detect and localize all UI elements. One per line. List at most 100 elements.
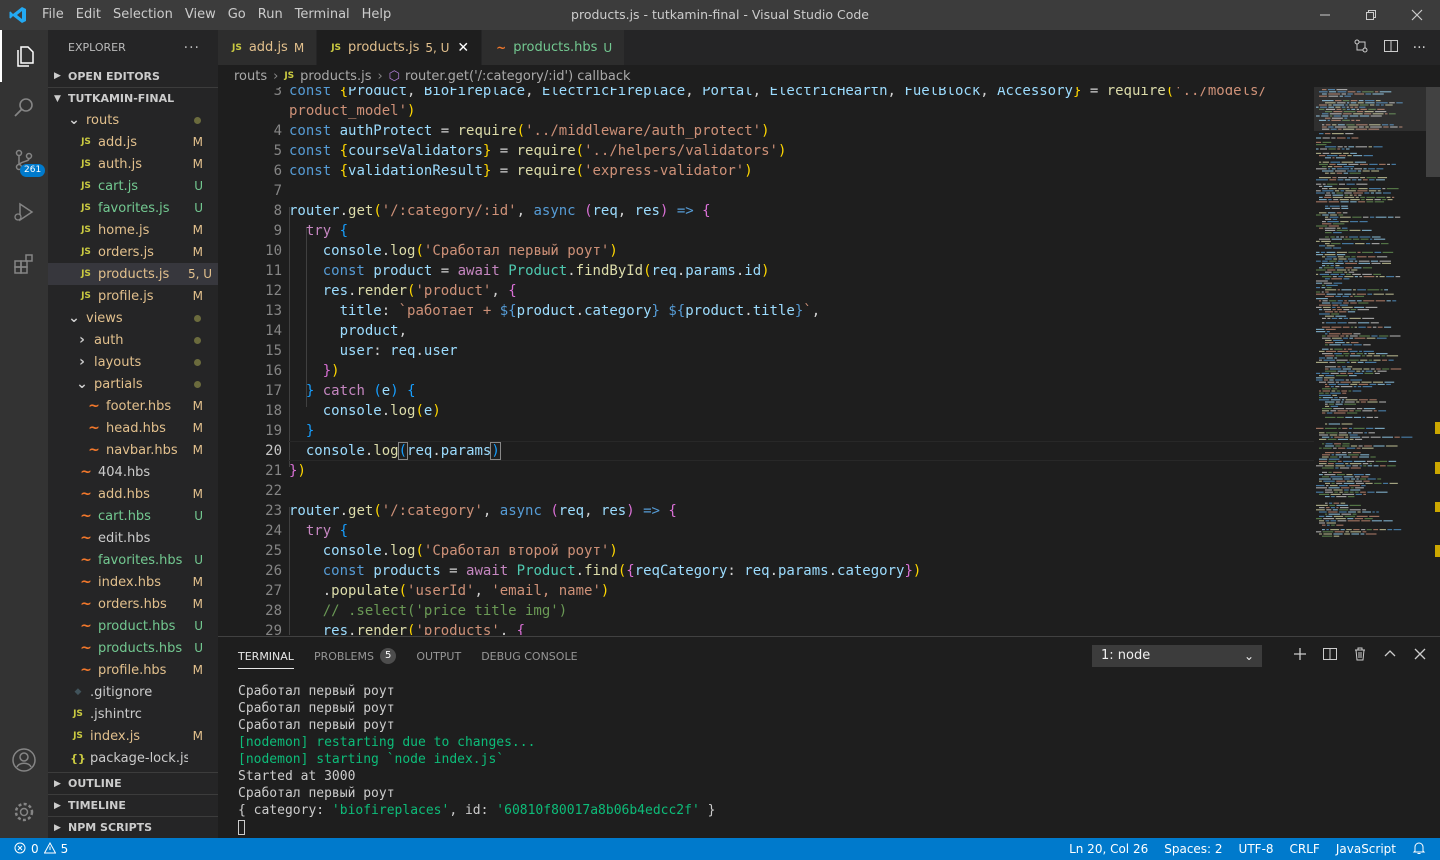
new-terminal-icon[interactable] — [1292, 646, 1308, 666]
run-debug-icon[interactable] — [0, 186, 48, 238]
tree-file[interactable]: JS index.js M — [48, 725, 218, 747]
line-number: 19 — [265, 423, 282, 439]
terminal-output[interactable]: Сработал первый роут Сработал первый роут… — [238, 683, 715, 836]
tree-folder[interactable]: › auth — [48, 329, 218, 351]
terminal-line: { category: 'biofireplaces', id: '60810f… — [238, 802, 715, 819]
panel-tab-terminal[interactable]: TERMINAL — [238, 637, 294, 675]
npm-scripts-section[interactable]: ▶ NPM SCRIPTS — [48, 816, 218, 838]
encoding[interactable]: UTF-8 — [1239, 842, 1274, 856]
breadcrumb-folder[interactable]: routs — [234, 69, 267, 84]
tree-file[interactable]: ~ edit.hbs — [48, 527, 218, 549]
tree-file[interactable]: JS profile.js M — [48, 285, 218, 307]
tree-file[interactable]: JS favorites.js U — [48, 197, 218, 219]
notifications-bell-icon[interactable] — [1412, 841, 1426, 858]
tree-file[interactable]: ~ head.hbs M — [48, 417, 218, 439]
tree-file[interactable]: JS auth.js M — [48, 153, 218, 175]
tree-file[interactable]: ~ index.hbs M — [48, 571, 218, 593]
search-icon[interactable] — [0, 82, 48, 134]
tree-file[interactable]: ~ favorites.hbs U — [48, 549, 218, 571]
tree-file[interactable]: JS .jshintrc — [48, 703, 218, 725]
js-file-icon: JS — [81, 181, 91, 191]
line-number: 25 — [265, 543, 282, 559]
tree-folder[interactable]: › layouts — [48, 351, 218, 373]
code-line: router.get('/:category/:id', async (req,… — [289, 203, 711, 219]
line-ending[interactable]: CRLF — [1290, 842, 1320, 856]
menu-edit[interactable]: Edit — [70, 0, 107, 30]
tree-file[interactable]: JS orders.js M — [48, 241, 218, 263]
split-editor-icon[interactable] — [1383, 38, 1399, 58]
menu-file[interactable]: File — [36, 0, 70, 30]
tree-folder[interactable]: ⌄ routs — [48, 109, 218, 131]
menu-run[interactable]: Run — [252, 0, 289, 30]
outline-label: OUTLINE — [68, 777, 122, 790]
project-section[interactable]: ▼ TUTKAMIN-FINAL — [48, 87, 218, 109]
close-tab-icon[interactable]: ✕ — [457, 40, 469, 56]
menu-view[interactable]: View — [179, 0, 222, 30]
menu-selection[interactable]: Selection — [107, 0, 179, 30]
tree-file[interactable]: ~ product.hbs U — [48, 615, 218, 637]
close-window-icon[interactable] — [1394, 0, 1440, 30]
git-status: U — [194, 641, 203, 655]
editor-tab[interactable]: JS add.js M — [218, 30, 318, 65]
editor-tab[interactable]: JS products.js 5, U ✕ — [317, 30, 483, 65]
line-number: 22 — [265, 483, 282, 499]
chevron-up-icon[interactable] — [1382, 646, 1398, 666]
tree-folder[interactable]: ⌄ views — [48, 307, 218, 329]
tree-file[interactable]: ~404.hbs — [48, 461, 218, 483]
minimize-icon[interactable] — [1302, 0, 1348, 30]
tree-file[interactable]: ~ navbar.hbs M — [48, 439, 218, 461]
tree-file[interactable]: JS cart.js U — [48, 175, 218, 197]
modified-dot-icon — [194, 337, 201, 344]
account-icon[interactable] — [0, 734, 48, 786]
tree-file[interactable]: JS home.js M — [48, 219, 218, 241]
indentation[interactable]: Spaces: 2 — [1164, 842, 1222, 856]
close-panel-icon[interactable] — [1412, 646, 1428, 666]
problems-badge: 5 — [379, 648, 397, 664]
minimap[interactable] — [1314, 87, 1426, 635]
trash-icon[interactable] — [1352, 646, 1368, 666]
restore-icon[interactable] — [1348, 0, 1394, 30]
tree-file[interactable]: ~ products.hbs U — [48, 637, 218, 659]
explorer-icon[interactable] — [0, 30, 48, 82]
outline-section[interactable]: ▶ OUTLINE — [48, 772, 218, 794]
tree-file[interactable]: ~ footer.hbs M — [48, 395, 218, 417]
open-changes-icon[interactable] — [1353, 38, 1369, 58]
menu-terminal[interactable]: Terminal — [289, 0, 356, 30]
code-line: const authProtect = require('../middlewa… — [289, 123, 770, 139]
source-control-icon[interactable]: 261 — [0, 134, 48, 186]
tree-file[interactable]: ◆ .gitignore — [48, 681, 218, 703]
tree-file[interactable]: ~ profile.hbs M — [48, 659, 218, 681]
open-editors-section[interactable]: ▶ OPEN EDITORS — [48, 65, 218, 87]
error-icon — [14, 842, 26, 857]
tree-file[interactable]: JS products.js 5, U — [48, 263, 218, 285]
tree-file[interactable]: ~ cart.hbs U — [48, 505, 218, 527]
settings-gear-icon[interactable] — [0, 786, 48, 838]
terminal-select[interactable]: 1: node ⌄ — [1092, 645, 1262, 667]
extensions-icon[interactable] — [0, 238, 48, 290]
menu-go[interactable]: Go — [222, 0, 252, 30]
more-actions-icon[interactable]: ··· — [184, 40, 200, 56]
code-editor[interactable]: 3 const {Product, BioFireplace, ElectricF… — [218, 87, 1314, 635]
tree-file[interactable]: ~ add.hbs M — [48, 483, 218, 505]
tree-file[interactable]: ~ orders.hbs M — [48, 593, 218, 615]
breadcrumb-symbol[interactable]: router.get('/:category/:id') callback — [405, 69, 630, 84]
menu-help[interactable]: Help — [356, 0, 398, 30]
panel-tab-debug-console[interactable]: DEBUG CONSOLE — [481, 637, 577, 675]
tree-file[interactable]: JS add.js M — [48, 131, 218, 153]
timeline-section[interactable]: ▶ TIMELINE — [48, 794, 218, 816]
explorer-title: EXPLORER — [68, 41, 126, 54]
panel-tab-problems[interactable]: PROBLEMS 5 — [314, 637, 397, 675]
editor-scrollbar[interactable] — [1426, 87, 1440, 635]
more-actions-icon[interactable]: ··· — [1413, 40, 1426, 56]
panel-tab-output[interactable]: OUTPUT — [416, 637, 461, 675]
line-number: 26 — [265, 563, 282, 579]
split-terminal-icon[interactable] — [1322, 646, 1338, 666]
language-mode[interactable]: JavaScript — [1336, 842, 1396, 856]
line-number: 24 — [265, 523, 282, 539]
problems-status[interactable]: 0 5 — [0, 841, 68, 857]
tree-file[interactable]: {} package-lock.json — [48, 747, 218, 769]
editor-tab[interactable]: ~ products.hbs U — [482, 30, 626, 65]
breadcrumb-file[interactable]: products.js — [300, 69, 371, 84]
tree-folder[interactable]: ⌄ partials — [48, 373, 218, 395]
cursor-position[interactable]: Ln 20, Col 26 — [1069, 842, 1148, 856]
